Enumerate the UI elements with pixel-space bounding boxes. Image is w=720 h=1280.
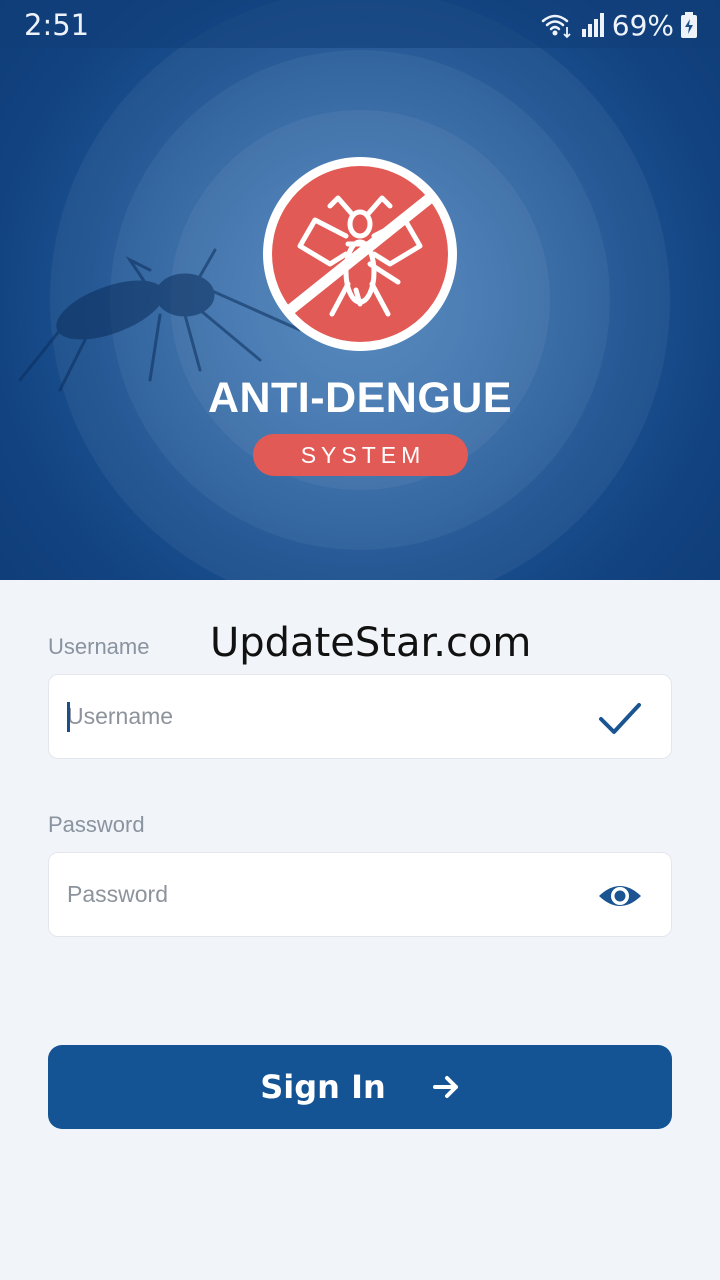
- username-input[interactable]: [67, 675, 567, 758]
- status-bar: 2:51 69%: [0, 0, 720, 48]
- username-label: Username: [48, 634, 150, 659]
- header-banner: ANTI-DENGUE SYSTEM: [0, 0, 720, 580]
- app-title: ANTI-DENGUE: [207, 374, 513, 422]
- sign-in-label: Sign In: [260, 1068, 386, 1106]
- battery-icon: [681, 12, 697, 38]
- password-input[interactable]: [67, 853, 567, 936]
- no-mosquito-icon: [263, 157, 457, 351]
- password-field[interactable]: [48, 852, 672, 937]
- arrow-right-icon: [432, 1076, 458, 1098]
- eye-icon[interactable]: [597, 873, 643, 919]
- password-label: Password: [48, 812, 145, 837]
- watermark-text: UpdateStar.com: [210, 620, 532, 666]
- battery-percentage: 69%: [611, 8, 674, 42]
- app-subtitle-badge: SYSTEM: [253, 434, 468, 476]
- signal-icon: [581, 13, 604, 37]
- sign-in-button[interactable]: Sign In: [48, 1045, 672, 1129]
- text-cursor: [67, 702, 70, 732]
- checkmark-icon: [599, 703, 641, 734]
- status-icons: 69%: [540, 8, 698, 42]
- username-field[interactable]: [48, 674, 672, 759]
- status-time: 2:51: [24, 8, 90, 42]
- wifi-icon: [541, 14, 571, 39]
